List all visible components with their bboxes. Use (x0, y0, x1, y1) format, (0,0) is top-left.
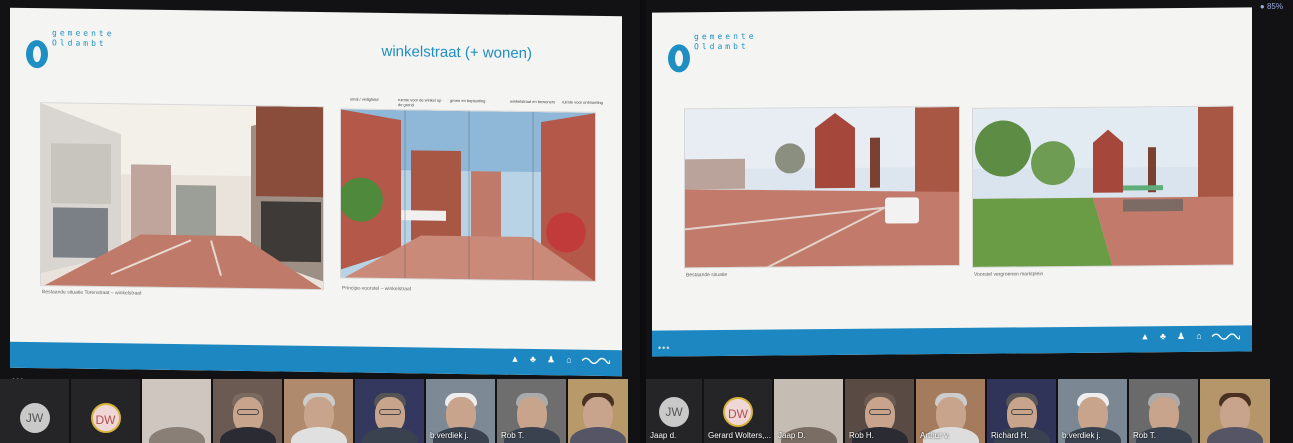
participant-tile[interactable]: b.verdiek j. (1058, 379, 1127, 443)
slide-footer-bar: ▲ ♣ ♟ ⌂ (10, 341, 622, 377)
participant-tile[interactable]: b.verdiek j. (426, 379, 495, 443)
caption-principle: Principe-voorstel – winkelstraat (342, 285, 412, 293)
footer-icons: ▲ ♣ ♟ ⌂ (510, 354, 610, 365)
participant-tile[interactable]: Jaap D. (774, 379, 843, 443)
participant-name: Gerard Wolters,... (708, 431, 771, 440)
participant-avatar: JW (659, 397, 689, 427)
participant-name: b.verdiek j. (430, 431, 469, 440)
participant-video (219, 427, 276, 443)
participant-name: Rob H. (849, 431, 874, 440)
participant-tile[interactable]: Arthur v. (916, 379, 985, 443)
participant-name: Richard H. (991, 431, 1029, 440)
participant-name: Jaap D. (778, 431, 806, 440)
participant-avatar: DW (723, 397, 753, 427)
participant-video (148, 427, 205, 443)
participant-name: Jaap d. (650, 431, 677, 440)
participant-tile[interactable] (1200, 379, 1270, 443)
meeting-view-left: gemeente Oldambt winkelstraat (+ wonen) … (0, 0, 640, 443)
column-label: winkelstraat en bewoners (510, 98, 556, 105)
status-indicator: ● 85% (1259, 2, 1283, 11)
house-icon: ⌂ (566, 354, 572, 365)
participant-avatar: JW (19, 403, 50, 433)
column-label: ruimte voor ontmoeting (562, 99, 603, 106)
participant-tile[interactable]: Rob T. (497, 379, 566, 443)
house-icon: ⌂ (1196, 330, 1202, 341)
shared-slide-left: gemeente Oldambt winkelstraat (+ wonen) … (10, 7, 622, 377)
meeting-view-right: ● 85% gemeente Oldambt Bestaande situati (646, 0, 1293, 443)
logo-line-2: Oldambt (52, 38, 107, 49)
participant-tile[interactable] (355, 379, 424, 443)
participant-tile[interactable]: JW Jaap d. (646, 379, 702, 443)
participant-tile[interactable] (568, 379, 628, 443)
tree-icon: ♣ (1160, 331, 1166, 342)
participant-tile[interactable]: JW (0, 379, 69, 443)
participant-tile[interactable]: DW Gerard Wolters,... (704, 379, 772, 443)
participant-tile[interactable]: Rob T. (1129, 379, 1198, 443)
person-icon: ♟ (546, 354, 556, 365)
participant-video (570, 427, 626, 443)
logo-mark-icon (668, 44, 690, 73)
participant-video (361, 427, 418, 443)
participant-tile[interactable] (213, 379, 282, 443)
tree-icon: ♣ (530, 353, 536, 365)
more-options-button[interactable]: ••• (658, 343, 670, 353)
gemeente-logo: gemeente Oldambt (26, 22, 176, 74)
photo-existing-square (684, 105, 960, 269)
participant-name: Rob T. (1133, 431, 1156, 440)
photo-existing-street (40, 102, 324, 291)
photo-proposal-square (972, 105, 1234, 268)
logo-line-1: gemeente (694, 31, 757, 42)
slide-title: winkelstraat (+ wonen) (381, 42, 532, 63)
caption-existing: Bestaande situatie Torenstraat – winkels… (42, 289, 142, 297)
person-icon: ♟ (1176, 330, 1186, 342)
participant-tile[interactable] (284, 379, 353, 443)
participant-video (290, 427, 347, 443)
participant-avatar: DW (90, 403, 121, 433)
column-label: groen en beplanting (450, 97, 486, 104)
caption-existing: Bestaande situatie (686, 271, 728, 279)
slide-footer-bar: ▲ ♣ ♟ ⌂ (652, 325, 1252, 357)
participant-name: Arthur v. (920, 431, 950, 440)
column-label: smal / veiligheid (350, 96, 379, 102)
logo-line-2: Oldambt (694, 41, 749, 52)
shared-slide-right: gemeente Oldambt Bestaande situatie Voor… (652, 7, 1252, 357)
gemeente-logo: gemeente Oldambt (668, 25, 818, 76)
wave-icon (582, 357, 610, 365)
column-label: ruimte voor de winkel op de grond (398, 97, 442, 108)
footer-icons: ▲ ♣ ♟ ⌂ (1140, 330, 1240, 341)
logo-mark-icon (26, 39, 48, 69)
boat-icon: ▲ (510, 353, 520, 364)
participant-video (1207, 427, 1263, 443)
participant-tile[interactable] (142, 379, 211, 443)
boat-icon: ▲ (1140, 331, 1150, 342)
participant-tile[interactable]: Richard H. (987, 379, 1056, 443)
wave-icon (1212, 333, 1240, 340)
logo-line-1: gemeente (52, 28, 115, 39)
participant-tile[interactable]: Rob H. (845, 379, 914, 443)
photo-principle (340, 108, 596, 282)
participant-tile[interactable]: DW (71, 379, 140, 443)
participant-strip: JW DW b.verdiek j. Rob T. (0, 379, 628, 443)
caption-proposal: Voorstel vergroenen marktplein (974, 271, 1044, 278)
participant-strip: JW Jaap d. DW Gerard Wolters,... Jaap D.… (646, 379, 1270, 443)
participant-name: b.verdiek j. (1062, 431, 1101, 440)
participant-name: Rob T. (501, 431, 524, 440)
